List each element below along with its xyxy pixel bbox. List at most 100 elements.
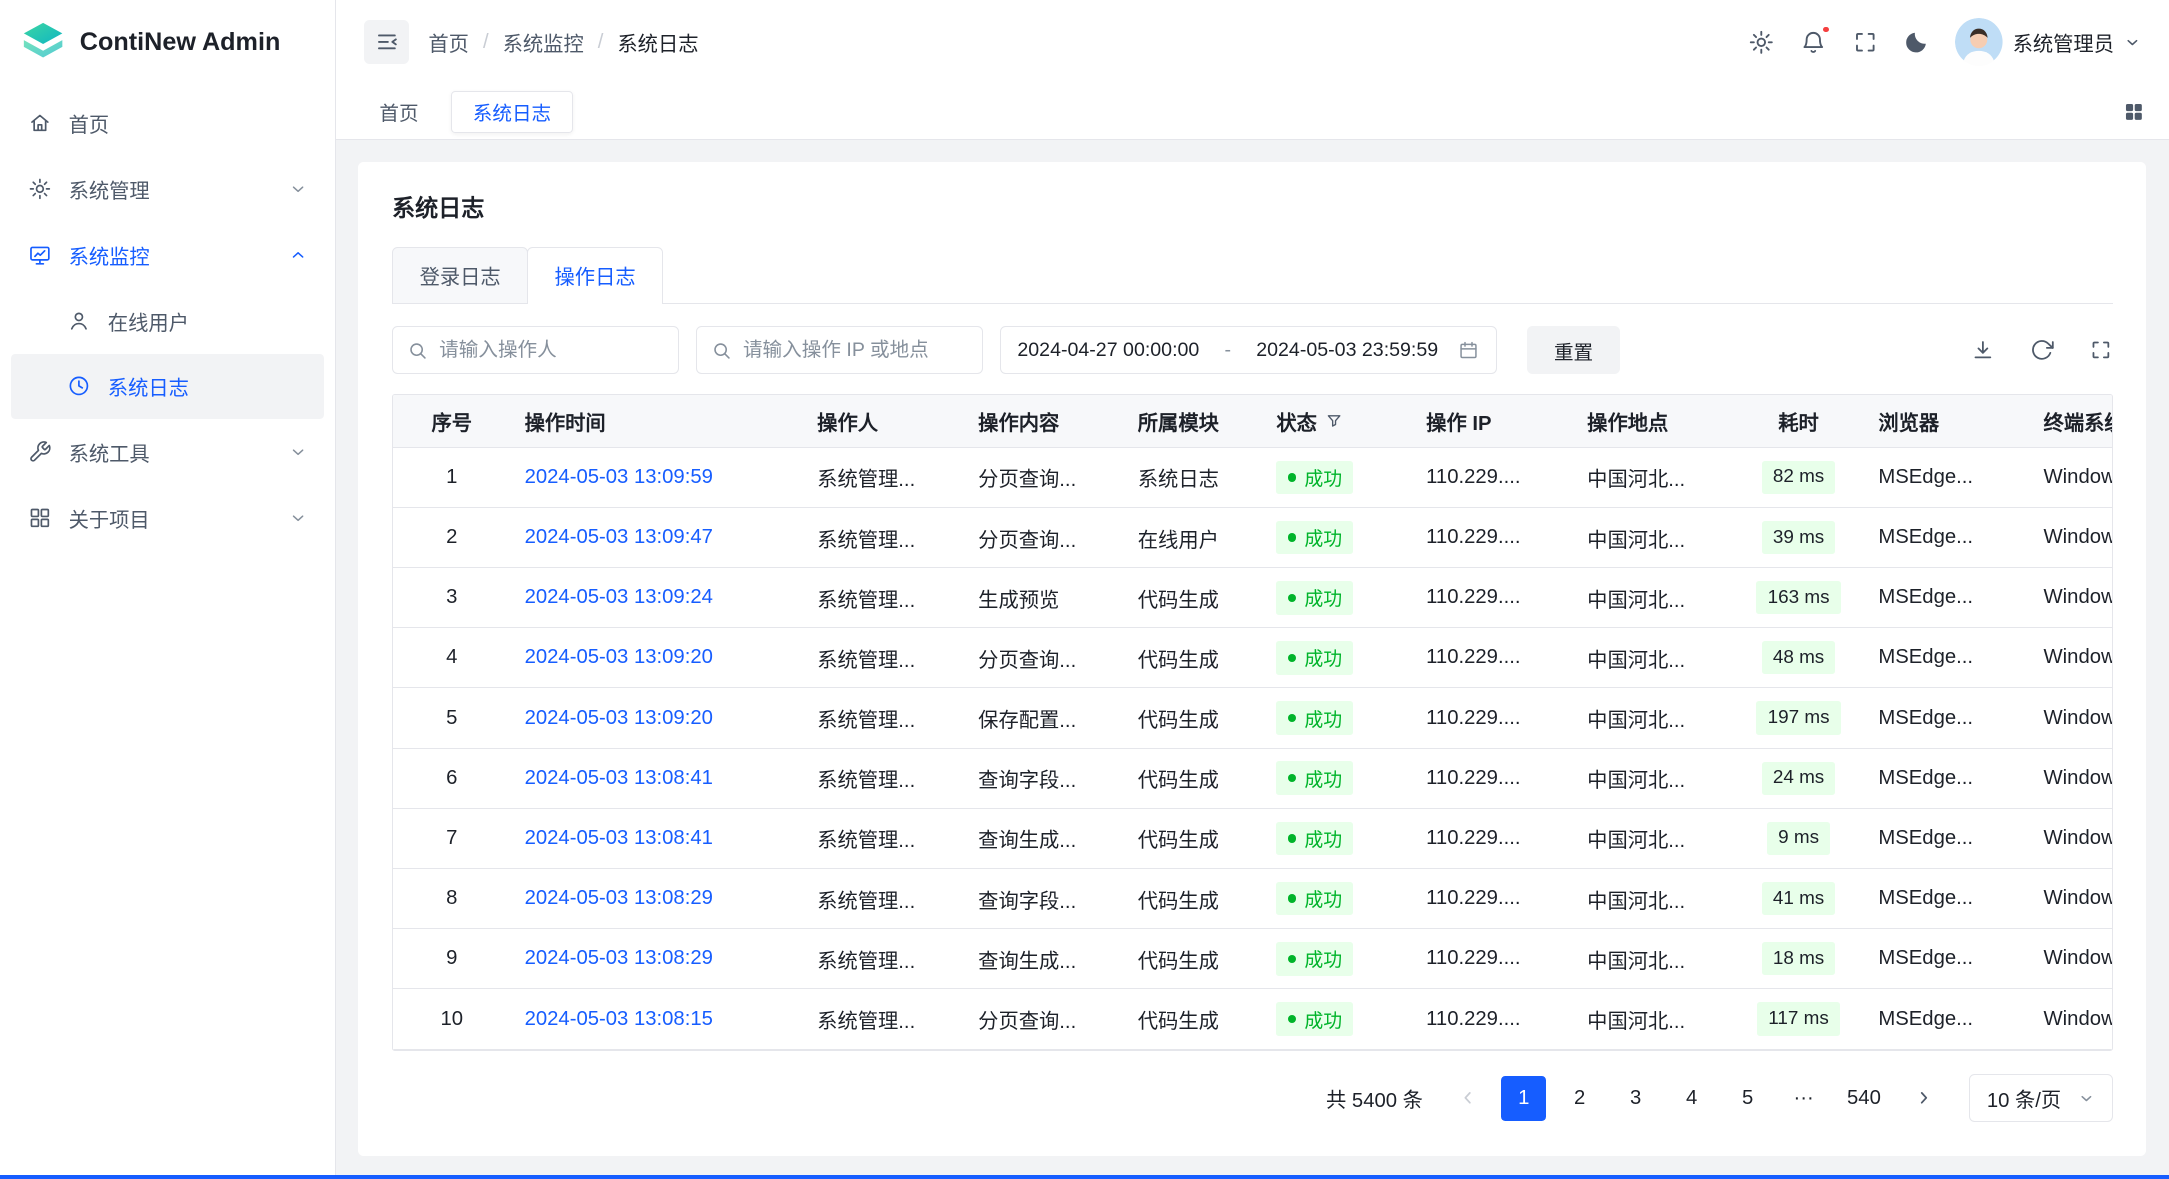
cell-module: 代码生成: [1124, 643, 1263, 673]
time-link[interactable]: 2024-05-03 13:08:41: [525, 827, 713, 849]
status-text: 成功: [1304, 584, 1342, 611]
breadcrumb-item-current: 系统日志: [617, 27, 698, 57]
cell-location: 中国河北...: [1573, 944, 1733, 974]
status-badge: 成功: [1276, 641, 1353, 675]
time-link[interactable]: 2024-05-03 13:08:41: [525, 767, 713, 789]
col-header-ip: 操作 IP: [1412, 406, 1573, 436]
tab-operation-log[interactable]: 操作日志: [527, 247, 663, 303]
breadcrumb-item[interactable]: 系统监控: [503, 27, 584, 57]
cell-browser: MSEdge...: [1864, 466, 2029, 489]
settings-icon[interactable]: [1748, 29, 1775, 56]
duration-badge: 82 ms: [1762, 461, 1836, 494]
notification-bell[interactable]: [1800, 29, 1827, 56]
table-row: 2 2024-05-03 13:09:47 系统管理... 分页查询... 在线…: [393, 508, 2112, 568]
reset-button[interactable]: 重置: [1527, 326, 1619, 374]
user-menu[interactable]: 系统管理员: [1955, 18, 2140, 66]
status-dot-icon: [1288, 955, 1296, 963]
gear-icon: [28, 177, 52, 201]
tool-icon: [28, 440, 52, 464]
page-tabbar: 首页 系统日志: [336, 84, 2169, 140]
col-header-os: 终端系统: [2030, 406, 2112, 436]
app-root: ContiNew Admin 首页 系统管理 系统监控 在线用户: [0, 0, 2169, 1179]
time-link[interactable]: 2024-05-03 13:09:20: [525, 707, 713, 729]
chevron-down-icon: [2078, 1090, 2095, 1107]
notification-dot: [1821, 25, 1831, 35]
refresh-icon[interactable]: [2030, 338, 2054, 362]
page-tab-system-log[interactable]: 系统日志: [451, 91, 573, 133]
sidebar-item-system-log[interactable]: 系统日志: [11, 354, 324, 418]
cell-content: 查询生成...: [964, 944, 1124, 974]
download-icon[interactable]: [1971, 338, 1995, 362]
sidebar-item-about[interactable]: 关于项目: [11, 486, 324, 550]
duration-badge: 41 ms: [1762, 882, 1836, 915]
duration-badge: 163 ms: [1756, 581, 1840, 614]
expand-icon[interactable]: [2089, 338, 2113, 362]
duration-badge: 197 ms: [1756, 701, 1840, 734]
sidebar-item-online-users[interactable]: 在线用户: [11, 288, 324, 352]
time-link[interactable]: 2024-05-03 13:09:47: [525, 526, 713, 548]
sidebar-item-system-management[interactable]: 系统管理: [11, 157, 324, 221]
time-link[interactable]: 2024-05-03 13:09:20: [525, 646, 713, 668]
pagination-page-button[interactable]: 540: [1837, 1076, 1890, 1121]
cell-duration: 41 ms: [1733, 882, 1865, 915]
time-link[interactable]: 2024-05-03 13:08:29: [525, 887, 713, 909]
status-badge: 成功: [1276, 461, 1353, 495]
operator-search-field: [392, 326, 679, 374]
cell-operator: 系统管理...: [803, 583, 964, 613]
date-range-picker[interactable]: 2024-04-27 00:00:00 - 2024-05-03 23:59:5…: [1000, 326, 1497, 374]
pagination-page-button[interactable]: ···: [1781, 1076, 1826, 1121]
grid-icon: [28, 506, 52, 530]
time-link[interactable]: 2024-05-03 13:08:29: [525, 947, 713, 969]
pagination-page-button[interactable]: 5: [1725, 1076, 1770, 1121]
cell-ip: 110.229....: [1412, 767, 1573, 790]
cell-browser: MSEdge...: [1864, 707, 2029, 730]
breadcrumb-item[interactable]: 首页: [428, 27, 469, 57]
pagination-page-button[interactable]: 4: [1669, 1076, 1714, 1121]
time-link[interactable]: 2024-05-03 13:08:15: [525, 1008, 713, 1030]
filter-icon[interactable]: [1325, 412, 1343, 430]
pagination-page-button[interactable]: 3: [1613, 1076, 1658, 1121]
cell-content: 保存配置...: [964, 703, 1124, 733]
status-dot-icon: [1288, 774, 1296, 782]
cell-duration: 39 ms: [1733, 521, 1865, 554]
page-tab-home[interactable]: 首页: [358, 91, 439, 133]
time-link[interactable]: 2024-05-03 13:09:24: [525, 586, 713, 608]
sidebar-item-system-monitor[interactable]: 系统监控: [11, 223, 324, 287]
filter-bar: 2024-04-27 00:00:00 - 2024-05-03 23:59:5…: [392, 326, 2113, 374]
time-link[interactable]: 2024-05-03 13:09:59: [525, 466, 713, 488]
cell-operator: 系统管理...: [803, 462, 964, 492]
home-icon: [28, 111, 52, 135]
sidebar-item-home[interactable]: 首页: [11, 91, 324, 155]
status-dot-icon: [1288, 834, 1296, 842]
cell-os: Window...: [2030, 526, 2112, 549]
sidebar-item-system-tools[interactable]: 系统工具: [11, 420, 324, 484]
table-row: 4 2024-05-03 13:09:20 系统管理... 分页查询... 代码…: [393, 628, 2112, 688]
cell-module: 代码生成: [1124, 763, 1263, 793]
app-logo[interactable]: ContiNew Admin: [0, 0, 335, 84]
username: 系统管理员: [2013, 27, 2114, 57]
dark-mode-moon-icon[interactable]: [1903, 29, 1930, 56]
sidebar-item-label: 系统监控: [69, 240, 150, 270]
pagination-page-button[interactable]: 1: [1501, 1076, 1546, 1121]
app-title: ContiNew Admin: [80, 28, 281, 57]
table-row: 8 2024-05-03 13:08:29 系统管理... 查询字段... 代码…: [393, 869, 2112, 929]
pagination-next-button[interactable]: [1902, 1076, 1947, 1121]
ip-search-input[interactable]: [743, 339, 968, 362]
pagination-prev-button[interactable]: [1445, 1076, 1490, 1121]
cell-ip: 110.229....: [1412, 466, 1573, 489]
logo-icon: [20, 19, 66, 65]
tab-login-log[interactable]: 登录日志: [392, 247, 528, 303]
cell-module: 在线用户: [1124, 523, 1263, 553]
fullscreen-icon[interactable]: [1852, 29, 1879, 56]
cell-time: 2024-05-03 13:09:59: [511, 466, 804, 489]
sidebar-collapse-button[interactable]: [364, 20, 409, 65]
pagination-page-button[interactable]: 2: [1557, 1076, 1602, 1121]
topbar: 首页 / 系统监控 / 系统日志: [336, 0, 2169, 84]
status-dot-icon: [1288, 894, 1296, 902]
cell-location: 中国河北...: [1573, 643, 1733, 673]
page-size-select[interactable]: 10 条/页: [1969, 1074, 2113, 1122]
cell-ip: 110.229....: [1412, 646, 1573, 669]
apps-grid-icon[interactable]: [2122, 100, 2146, 124]
cell-time: 2024-05-03 13:09:24: [511, 586, 804, 609]
operator-search-input[interactable]: [439, 339, 664, 362]
